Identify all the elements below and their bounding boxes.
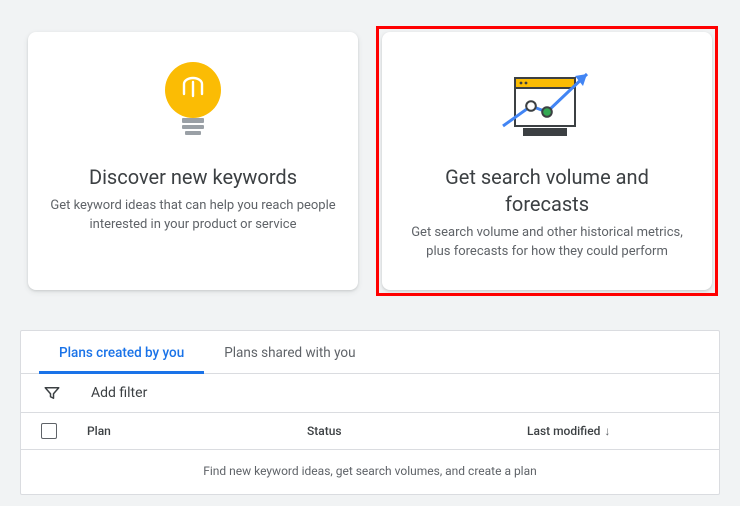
col-last-modified[interactable]: Last modified ↓ — [527, 424, 699, 438]
forecast-card[interactable]: Get search volume and forecasts Get sear… — [382, 32, 712, 290]
col-plan[interactable]: Plan — [87, 424, 307, 438]
card-wrap-forecast: Get search volume and forecasts Get sear… — [382, 32, 712, 290]
sort-desc-icon: ↓ — [604, 424, 610, 438]
lightbulb-icon — [158, 52, 228, 156]
filter-row: Add filter — [21, 374, 719, 413]
cards-row: Discover new keywords Get keyword ideas … — [0, 0, 740, 306]
empty-state-message: Find new keyword ideas, get search volum… — [21, 450, 719, 494]
discover-desc: Get keyword ideas that can help you reac… — [50, 197, 336, 235]
tab-plans-shared[interactable]: Plans shared with you — [204, 331, 375, 373]
discover-keywords-card[interactable]: Discover new keywords Get keyword ideas … — [28, 32, 358, 290]
select-all-cell — [41, 423, 87, 439]
select-all-checkbox[interactable] — [41, 423, 57, 439]
chart-arrow-icon — [487, 52, 607, 156]
plans-panel: Plans created by you Plans shared with y… — [20, 330, 720, 495]
discover-title: Discover new keywords — [89, 164, 297, 191]
table-header: Plan Status Last modified ↓ — [21, 413, 719, 450]
filter-icon[interactable] — [43, 384, 61, 402]
add-filter-button[interactable]: Add filter — [91, 385, 147, 401]
card-wrap-discover: Discover new keywords Get keyword ideas … — [28, 32, 358, 290]
forecast-desc: Get search volume and other historical m… — [404, 224, 690, 262]
col-status[interactable]: Status — [307, 424, 527, 438]
forecast-title: Get search volume and forecasts — [404, 164, 690, 218]
col-last-label: Last modified — [527, 424, 600, 438]
tab-plans-created[interactable]: Plans created by you — [39, 331, 204, 373]
tabs: Plans created by you Plans shared with y… — [21, 331, 719, 374]
